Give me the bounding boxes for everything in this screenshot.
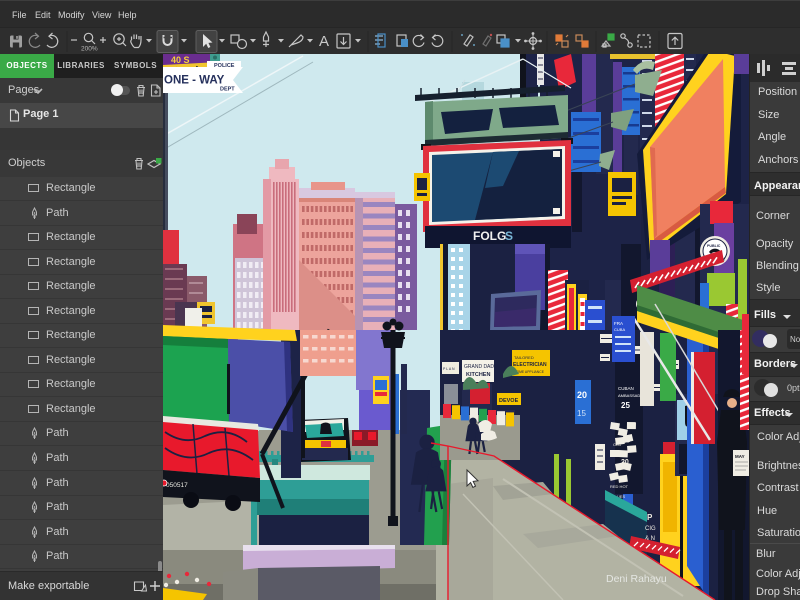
svg-text:AMBASSAD: AMBASSAD <box>618 393 640 398</box>
svg-text:OLD: OLD <box>613 442 621 447</box>
svg-text:CUBAN: CUBAN <box>618 386 634 391</box>
svg-text:P L A N: P L A N <box>443 367 455 371</box>
svg-text:MAY: MAY <box>735 454 745 459</box>
svg-text:FRA: FRA <box>614 321 623 326</box>
svg-text:POR: POR <box>619 450 628 455</box>
svg-text:Deni Rahayu: Deni Rahayu <box>606 573 667 585</box>
svg-text:ONE - WAY: ONE - WAY <box>164 75 225 87</box>
svg-text:POLICE: POLICE <box>214 63 235 69</box>
svg-text:CUBA: CUBA <box>614 327 625 332</box>
svg-text:S: S <box>505 229 513 243</box>
svg-text:FOLG: FOLG <box>473 229 506 243</box>
svg-text:20: 20 <box>621 459 629 466</box>
svg-text:40 S: 40 S <box>171 55 190 65</box>
svg-text:GRAND DAD: GRAND DAD <box>464 364 494 370</box>
svg-text:DEVOE: DEVOE <box>499 398 519 404</box>
svg-text:PUBLIC: PUBLIC <box>707 244 721 248</box>
svg-text:200%: 200% <box>81 46 98 53</box>
svg-text:TAILORED: TAILORED <box>514 355 534 360</box>
svg-text:CIG: CIG <box>645 526 656 532</box>
svg-text:ELECTRICIAN: ELECTRICIAN <box>513 362 547 368</box>
svg-text:25: 25 <box>621 401 630 410</box>
svg-text:RED HOT: RED HOT <box>610 484 629 489</box>
svg-text:DEPT: DEPT <box>220 87 235 93</box>
svg-text:15: 15 <box>577 409 586 418</box>
svg-text:P: P <box>647 513 653 522</box>
svg-text:20: 20 <box>577 390 587 400</box>
svg-text:A: A <box>319 33 329 50</box>
svg-text:050517: 050517 <box>166 482 188 489</box>
